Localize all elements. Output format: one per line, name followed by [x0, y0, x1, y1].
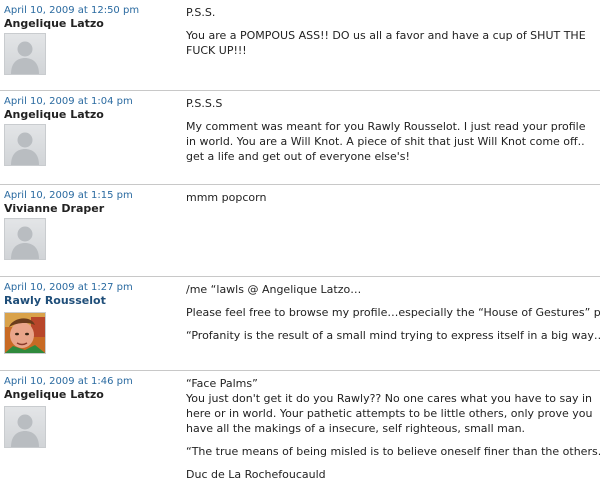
- comment-paragraph: You just don't get it do you Rawly?? No …: [186, 392, 593, 435]
- comment-date-link[interactable]: April 10, 2009 at 1:04 pm: [4, 96, 180, 108]
- comment-paragraph: P.S.S.S: [186, 97, 223, 110]
- comment-meta: April 10, 2009 at 1:15 pm Vivianne Drape…: [4, 190, 180, 216]
- comment-date-link[interactable]: April 10, 2009 at 12:50 pm: [4, 5, 180, 17]
- default-avatar-icon: [4, 124, 46, 166]
- comment-list: April 10, 2009 at 12:50 pm Angelique Lat…: [0, 0, 600, 480]
- default-avatar-icon: [4, 218, 46, 260]
- comment-author: Angelique Latzo: [4, 388, 104, 401]
- comment-paragraph: Duc de La Rochefoucauld: [186, 468, 326, 480]
- comment-body: P.S.S. You are a POMPOUS ASS!! DO us all…: [186, 5, 598, 58]
- comment-item: April 10, 2009 at 12:50 pm Angelique Lat…: [0, 0, 600, 91]
- comment-author: Angelique Latzo: [4, 108, 104, 121]
- comment-item: April 10, 2009 at 1:46 pm Angelique Latz…: [0, 371, 600, 480]
- comment-item: April 10, 2009 at 1:15 pm Vivianne Drape…: [0, 185, 600, 277]
- comment-paragraph: You are a POMPOUS ASS!! DO us all a favo…: [186, 29, 586, 57]
- comment-author: Angelique Latzo: [4, 17, 104, 30]
- comment-author: Vivianne Draper: [4, 202, 105, 215]
- comment-paragraph: /me “lawls @ Angelique Latzo…: [186, 283, 362, 296]
- comment-paragraph: mmm popcorn: [186, 191, 267, 204]
- comment-meta: April 10, 2009 at 1:04 pm Angelique Latz…: [4, 96, 180, 122]
- comment-meta: April 10, 2009 at 12:50 pm Angelique Lat…: [4, 5, 180, 31]
- comment-date-link[interactable]: April 10, 2009 at 1:27 pm: [4, 282, 180, 294]
- comment-body: mmm popcorn: [186, 190, 598, 205]
- comment-paragraph: P.S.S.: [186, 6, 216, 19]
- default-avatar-icon: [4, 406, 46, 448]
- comment-meta: April 10, 2009 at 1:27 pm Rawly Rousselo…: [4, 282, 180, 308]
- comment-meta: April 10, 2009 at 1:46 pm Angelique Latz…: [4, 376, 180, 402]
- comment-paragraph: “Profanity is the result of a small mind…: [186, 329, 600, 342]
- comment-author-link[interactable]: Rawly Rousselot: [4, 294, 180, 308]
- default-avatar-icon: [4, 33, 46, 75]
- comment-date-link[interactable]: April 10, 2009 at 1:15 pm: [4, 190, 180, 202]
- comment-paragraph: My comment was meant for you Rawly Rouss…: [186, 120, 586, 163]
- user-photo-avatar[interactable]: [4, 312, 46, 354]
- comment-body: P.S.S.S My comment was meant for you Raw…: [186, 96, 598, 164]
- comment-paragraph: Please feel free to browse my profile…es…: [186, 306, 600, 319]
- comment-body: “Face Palms” You just don't get it do yo…: [186, 376, 600, 480]
- comment-item: April 10, 2009 at 1:04 pm Angelique Latz…: [0, 91, 600, 185]
- comment-date-link[interactable]: April 10, 2009 at 1:46 pm: [4, 376, 180, 388]
- comment-paragraph: “Face Palms”: [186, 377, 258, 390]
- comment-paragraph: “The true means of being misled is to be…: [186, 445, 600, 458]
- comment-body: /me “lawls @ Angelique Latzo… Please fee…: [186, 282, 600, 343]
- comment-item: April 10, 2009 at 1:27 pm Rawly Rousselo…: [0, 277, 600, 371]
